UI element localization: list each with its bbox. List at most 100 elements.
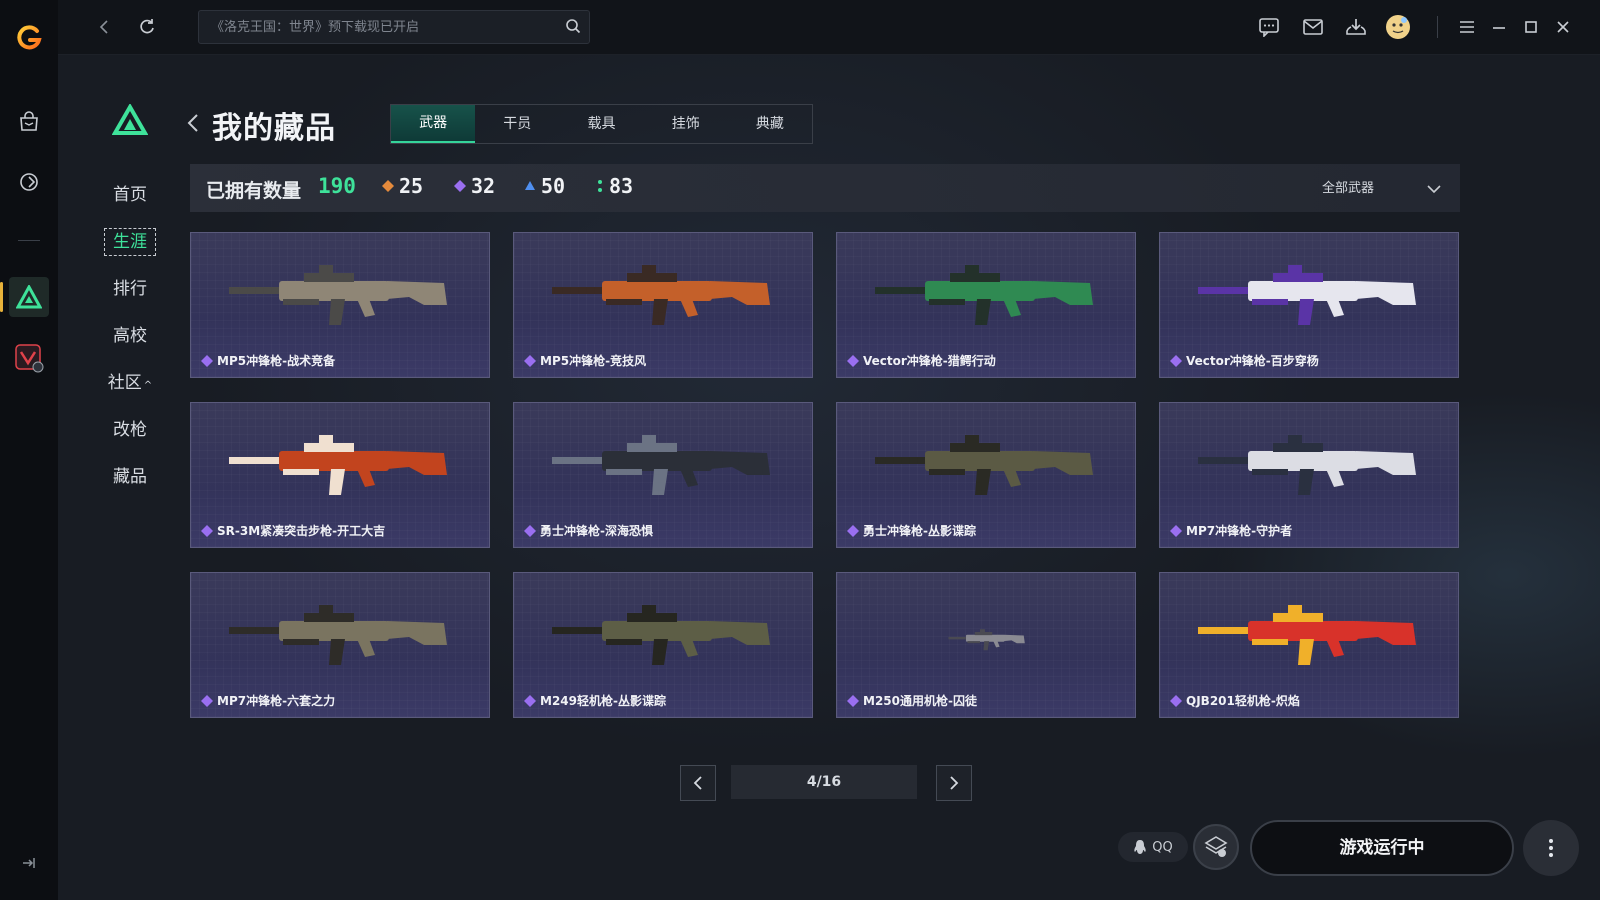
weapon-card[interactable]: Vector冲锋枪-百步穿杨 xyxy=(1159,232,1459,378)
weapon-name: MP5冲锋枪-竞技风 xyxy=(540,354,647,368)
purple-rarity-icon xyxy=(524,525,536,537)
menu-icon[interactable] xyxy=(1452,12,1482,42)
nav-item-career[interactable]: 生涯 xyxy=(102,219,158,266)
weapon-card[interactable]: M249轻机枪-丛影谍踪 xyxy=(513,572,813,718)
accelerator-button[interactable] xyxy=(1193,824,1239,870)
weapon-image xyxy=(552,435,770,495)
rarity-count-orange: 25 xyxy=(382,174,423,198)
weapon-card[interactable]: MP7冲锋枪-守护者 xyxy=(1159,402,1459,548)
nav-item-collection[interactable]: 藏品 xyxy=(102,454,158,501)
weapon-card[interactable]: 勇士冲锋枪-深海恐惧 xyxy=(513,402,813,548)
purple-rarity-icon xyxy=(1170,525,1182,537)
nav-item-ranking[interactable]: 排行 xyxy=(102,266,158,313)
tab-operators[interactable]: 干员 xyxy=(475,105,559,143)
purple-rarity-icon xyxy=(524,355,536,367)
weapon-image xyxy=(1198,605,1416,665)
next-page-button[interactable] xyxy=(936,765,972,801)
back-chevron-icon[interactable] xyxy=(186,112,200,138)
rarity-count-blue: 50 xyxy=(524,174,565,198)
top-bar xyxy=(58,0,1600,55)
weapon-card[interactable]: MP7冲锋枪-六套之力 xyxy=(190,572,490,718)
close-icon[interactable] xyxy=(1548,12,1578,42)
weapon-card[interactable]: 勇士冲锋枪-丛影谍踪 xyxy=(836,402,1136,548)
more-options-button[interactable] xyxy=(1523,820,1579,876)
weapon-name: MP7冲锋枪-守护者 xyxy=(1186,524,1293,538)
owned-summary-bar: 已拥有数量 190 25 32 50 83 全部武器 xyxy=(190,164,1460,212)
weapon-image xyxy=(875,265,1093,325)
maximize-icon[interactable] xyxy=(1516,12,1546,42)
weapon-card[interactable]: Vector冲锋枪-猎鳄行动 xyxy=(836,232,1136,378)
weapon-image xyxy=(875,435,1093,495)
avatar[interactable] xyxy=(1383,12,1413,42)
weapon-card[interactable]: MP5冲锋枪-竞技风 xyxy=(513,232,813,378)
purple-rarity-icon xyxy=(524,695,536,707)
owned-label: 已拥有数量 xyxy=(206,180,302,202)
nav-item-gunsmith[interactable]: 改枪 xyxy=(102,407,158,454)
weapon-name: 勇士冲锋枪-深海恐惧 xyxy=(540,524,653,538)
weapon-filter-dropdown[interactable]: 全部武器 xyxy=(1322,177,1374,196)
purple-rarity-icon xyxy=(1170,355,1182,367)
rarity-count-green: 83 xyxy=(596,174,633,198)
purple-rarity-icon xyxy=(847,695,859,707)
qq-button[interactable]: QQ xyxy=(1118,832,1188,862)
qq-penguin-icon xyxy=(1134,840,1146,854)
minimize-icon[interactable] xyxy=(1484,12,1514,42)
tab-charms[interactable]: 挂饰 xyxy=(644,105,728,143)
game-running-button[interactable]: 游戏运行中 xyxy=(1250,820,1514,876)
qq-label: QQ xyxy=(1152,839,1173,855)
chat-icon[interactable] xyxy=(1254,12,1284,42)
weapon-image xyxy=(229,265,447,325)
tab-vehicles[interactable]: 载具 xyxy=(559,105,643,143)
download-icon[interactable] xyxy=(1341,12,1371,42)
chevron-right-icon xyxy=(950,776,959,790)
weapon-name: QJB201轻机枪-炽焰 xyxy=(1186,694,1300,708)
chevron-up-icon: ^ xyxy=(143,380,153,391)
layers-icon xyxy=(1204,836,1228,857)
search-box[interactable] xyxy=(198,10,590,44)
weapon-image xyxy=(1198,435,1416,495)
owned-total: 190 xyxy=(318,174,356,198)
weapon-name: Vector冲锋枪-百步穿杨 xyxy=(1186,354,1319,368)
weapon-card[interactable]: QJB201轻机枪-炽焰 xyxy=(1159,572,1459,718)
purple-rarity-icon xyxy=(847,355,859,367)
weapon-name: M249轻机枪-丛影谍踪 xyxy=(540,694,666,708)
green-rarity-icon xyxy=(598,180,602,192)
nav-item-home[interactable]: 首页 xyxy=(102,172,158,219)
app-logo[interactable] xyxy=(9,18,49,58)
weapon-card[interactable]: M250通用机枪-囚徒 xyxy=(836,572,1136,718)
purple-rarity-icon xyxy=(847,525,859,537)
delta-force-logo xyxy=(111,102,149,140)
store-icon[interactable] xyxy=(9,102,49,142)
game-nav: 首页 生涯 排行 高校 社区 ^ 改枪 藏品 xyxy=(102,172,158,501)
search-input[interactable] xyxy=(209,11,553,43)
orange-rarity-icon xyxy=(382,180,394,192)
chevron-down-icon[interactable] xyxy=(1426,179,1442,198)
weapon-name: M250通用机枪-囚徒 xyxy=(863,694,977,708)
tab-collection[interactable]: 典藏 xyxy=(728,105,812,143)
nav-item-community[interactable]: 社区 ^ xyxy=(102,360,158,407)
search-icon[interactable] xyxy=(565,18,581,38)
nav-item-university[interactable]: 高校 xyxy=(102,313,158,360)
delta-force-icon[interactable] xyxy=(9,277,49,317)
back-icon[interactable] xyxy=(90,12,120,42)
topbar-divider xyxy=(1437,16,1438,38)
weapon-image xyxy=(948,629,1025,651)
more-vertical-icon xyxy=(1549,839,1553,857)
refresh-icon[interactable] xyxy=(132,12,162,42)
tab-weapons[interactable]: 武器 xyxy=(391,105,476,143)
weapon-image xyxy=(552,605,770,665)
active-indicator xyxy=(0,282,3,312)
prev-page-button[interactable] xyxy=(680,765,716,801)
weapon-card[interactable]: SR-3M紧凑突击步枪-开工大吉 xyxy=(190,402,490,548)
mail-icon[interactable] xyxy=(1298,12,1328,42)
blue-rarity-icon xyxy=(525,181,535,190)
purple-rarity-icon xyxy=(201,525,213,537)
game-controller-icon[interactable] xyxy=(9,162,49,202)
valorant-icon[interactable] xyxy=(9,338,49,378)
weapon-image xyxy=(229,435,447,495)
weapon-image xyxy=(229,605,447,665)
weapon-name: Vector冲锋枪-猎鳄行动 xyxy=(863,354,996,368)
collapse-icon[interactable] xyxy=(20,855,38,875)
weapon-card[interactable]: MP5冲锋枪-战术竞备 xyxy=(190,232,490,378)
purple-rarity-icon xyxy=(1170,695,1182,707)
